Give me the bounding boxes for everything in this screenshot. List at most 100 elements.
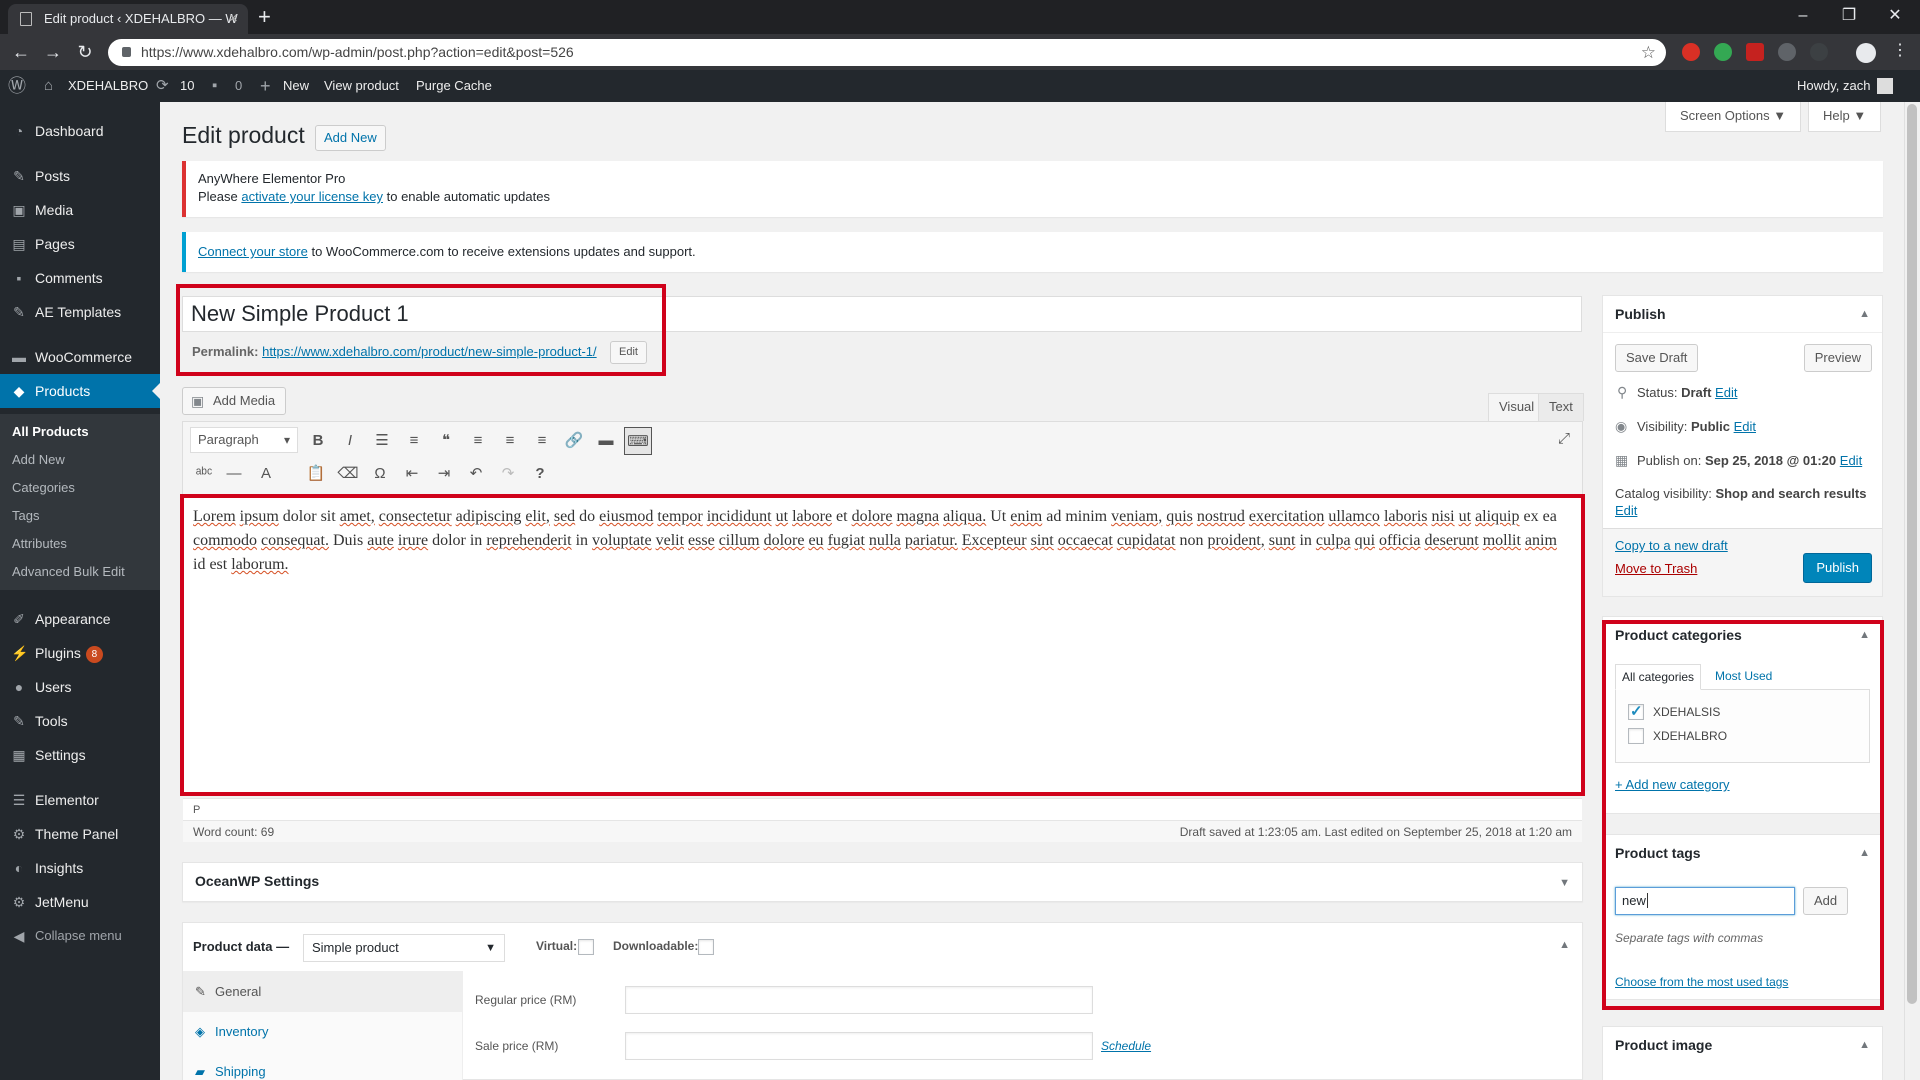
fullscreen-icon[interactable]: ⤢ xyxy=(1550,425,1578,453)
align-right-icon[interactable]: ≡ xyxy=(528,427,556,455)
text-color-icon[interactable]: A xyxy=(252,460,280,488)
sidebar-item-elementor[interactable]: ☰ Elementor xyxy=(0,783,160,817)
wordpress-logo-icon[interactable]: Ⓦ xyxy=(8,70,26,102)
back-icon[interactable]: ← xyxy=(6,34,36,70)
link-icon[interactable]: 🔗 xyxy=(560,427,588,455)
comments-count[interactable]: 0 xyxy=(235,70,242,102)
undo-icon[interactable]: ↶ xyxy=(462,460,490,488)
sidebar-item-tools[interactable]: ✎ Tools xyxy=(0,704,160,738)
submenu-tags[interactable]: Tags xyxy=(12,504,39,528)
sidebar-item-theme-panel[interactable]: ⚙ Theme Panel xyxy=(0,817,160,851)
extension-icon[interactable] xyxy=(1682,43,1700,61)
toggle-arrow-icon[interactable]: ▼ xyxy=(1559,863,1570,903)
bold-icon[interactable]: B xyxy=(304,427,332,455)
copy-to-draft-link[interactable]: Copy to a new draft xyxy=(1615,538,1728,553)
sidebar-item-media[interactable]: ▣ Media xyxy=(0,193,160,227)
visibility-edit-link[interactable]: Edit xyxy=(1734,419,1756,434)
catalog-edit-link[interactable]: Edit xyxy=(1615,503,1637,518)
activate-license-link[interactable]: activate your license key xyxy=(241,189,383,204)
sidebar-item-posts[interactable]: ✎ Posts xyxy=(0,159,160,193)
sidebar-item-plugins[interactable]: ⚡ Plugins 8 xyxy=(0,636,160,670)
indent-icon[interactable]: ⇥ xyxy=(430,460,458,488)
oceanwp-settings-box[interactable]: OceanWP Settings ▼ xyxy=(182,862,1583,902)
tab-visual[interactable]: Visual xyxy=(1488,393,1546,421)
submenu-add-new[interactable]: Add New xyxy=(12,448,65,472)
strikethrough-icon[interactable]: ᵃᵇᶜ xyxy=(190,460,218,488)
sidebar-item-collapse-menu[interactable]: ◀ Collapse menu xyxy=(0,919,160,953)
clear-format-icon[interactable]: ⌫ xyxy=(334,460,362,488)
redo-icon[interactable]: ↷ xyxy=(494,460,522,488)
downloadable-checkbox[interactable] xyxy=(698,939,714,955)
sidebar-item-jetmenu[interactable]: ⚙ JetMenu xyxy=(0,885,160,919)
sidebar-item-pages[interactable]: ▤ Pages xyxy=(0,227,160,261)
screen-options-button[interactable]: Screen Options ▼ xyxy=(1665,102,1802,132)
reload-icon[interactable]: ↻ xyxy=(70,34,100,70)
sidebar-item-comments[interactable]: ▪ Comments xyxy=(0,261,160,295)
address-bar[interactable]: https://www.xdehalbro.com/wp-admin/post.… xyxy=(108,39,1666,66)
sale-price-input[interactable] xyxy=(625,1032,1093,1060)
profile-icon[interactable] xyxy=(1856,43,1876,63)
product-type-select[interactable]: Simple product ▼ xyxy=(303,934,505,962)
extension-icon[interactable] xyxy=(1746,43,1764,61)
publish-on-edit-link[interactable]: Edit xyxy=(1840,453,1862,468)
add-new-button[interactable]: Add New xyxy=(315,125,386,151)
sidebar-item-appearance[interactable]: ✐ Appearance xyxy=(0,602,160,636)
sidebar-item-users[interactable]: ● Users xyxy=(0,670,160,704)
horizontal-line-icon[interactable]: — xyxy=(220,460,248,488)
align-left-icon[interactable]: ≡ xyxy=(464,427,492,455)
new-tab-button[interactable]: + xyxy=(258,2,271,32)
bullet-list-icon[interactable]: ☰ xyxy=(368,427,396,455)
browser-tab[interactable]: Edit product ‹ XDEHALBRO — W × xyxy=(8,4,248,34)
extension-icon[interactable] xyxy=(1714,43,1732,61)
close-window-icon[interactable]: ✕ xyxy=(1872,0,1918,34)
publish-button[interactable]: Publish xyxy=(1803,553,1872,583)
regular-price-input[interactable] xyxy=(625,986,1093,1014)
toggle-arrow-icon[interactable]: ▲ xyxy=(1559,923,1570,967)
read-more-icon[interactable]: ▬ xyxy=(592,427,620,455)
paste-text-icon[interactable]: 📋 xyxy=(302,460,330,488)
bookmark-star-icon[interactable]: ☆ xyxy=(1641,39,1656,66)
extension-icon[interactable] xyxy=(1810,43,1828,61)
status-edit-link[interactable]: Edit xyxy=(1715,385,1737,400)
connect-store-link[interactable]: Connect your store xyxy=(198,244,308,259)
sidebar-item-ae-templates[interactable]: ✎ AE Templates xyxy=(0,295,160,329)
sidebar-item-insights[interactable]: ◐ Insights xyxy=(0,851,160,885)
howdy-user[interactable]: Howdy, zach xyxy=(1797,70,1870,102)
toolbar-toggle-icon[interactable]: ⌨ xyxy=(624,427,652,455)
italic-icon[interactable]: I xyxy=(336,427,364,455)
minimize-icon[interactable]: – xyxy=(1780,0,1826,34)
preview-button[interactable]: Preview xyxy=(1803,344,1872,372)
collapse-arrow-icon[interactable]: ▲ xyxy=(1859,1027,1870,1063)
add-media-button[interactable]: ▣ Add Media xyxy=(182,387,287,415)
numbered-list-icon[interactable]: ≡ xyxy=(400,427,428,455)
help-icon[interactable]: ? xyxy=(526,460,554,488)
purge-cache-link[interactable]: Purge Cache xyxy=(416,70,492,102)
submenu-all-products[interactable]: All Products xyxy=(12,420,89,444)
submenu-attributes[interactable]: Attributes xyxy=(12,532,67,556)
tab-text[interactable]: Text xyxy=(1538,393,1584,421)
submenu-advanced-bulk-edit[interactable]: Advanced Bulk Edit xyxy=(12,560,125,584)
sidebar-item-woocommerce[interactable]: ▬ WooCommerce xyxy=(0,340,160,374)
new-content-link[interactable]: New xyxy=(283,70,309,102)
view-product-link[interactable]: View product xyxy=(324,70,399,102)
tab-shipping[interactable]: ▰ Shipping xyxy=(183,1052,463,1080)
tab-all-categories[interactable]: All categories xyxy=(1615,664,1702,690)
tab-inventory[interactable]: ◈ Inventory xyxy=(183,1012,463,1052)
close-tab-icon[interactable]: × xyxy=(229,4,238,34)
site-name-link[interactable]: XDEHALBRO xyxy=(68,70,148,102)
align-center-icon[interactable]: ≡ xyxy=(496,427,524,455)
sidebar-item-products[interactable]: ◆ Products xyxy=(0,374,160,408)
sidebar-item-dashboard[interactable]: ◔ Dashboard xyxy=(0,114,160,148)
format-select[interactable]: Paragraph xyxy=(190,427,298,453)
collapse-arrow-icon[interactable]: ▲ xyxy=(1859,296,1870,332)
virtual-checkbox[interactable] xyxy=(578,939,594,955)
tab-general[interactable]: ✎ General xyxy=(183,972,463,1012)
schedule-link[interactable]: Schedule xyxy=(1101,1039,1151,1053)
blockquote-icon[interactable]: ❝ xyxy=(432,427,460,455)
updates-count[interactable]: 10 xyxy=(180,70,194,102)
restore-icon[interactable]: ❐ xyxy=(1826,0,1872,34)
submenu-categories[interactable]: Categories xyxy=(12,476,75,500)
move-to-trash-link[interactable]: Move to Trash xyxy=(1615,561,1697,576)
outdent-icon[interactable]: ⇤ xyxy=(398,460,426,488)
menu-dots-icon[interactable]: ⋮ xyxy=(1892,40,1908,60)
